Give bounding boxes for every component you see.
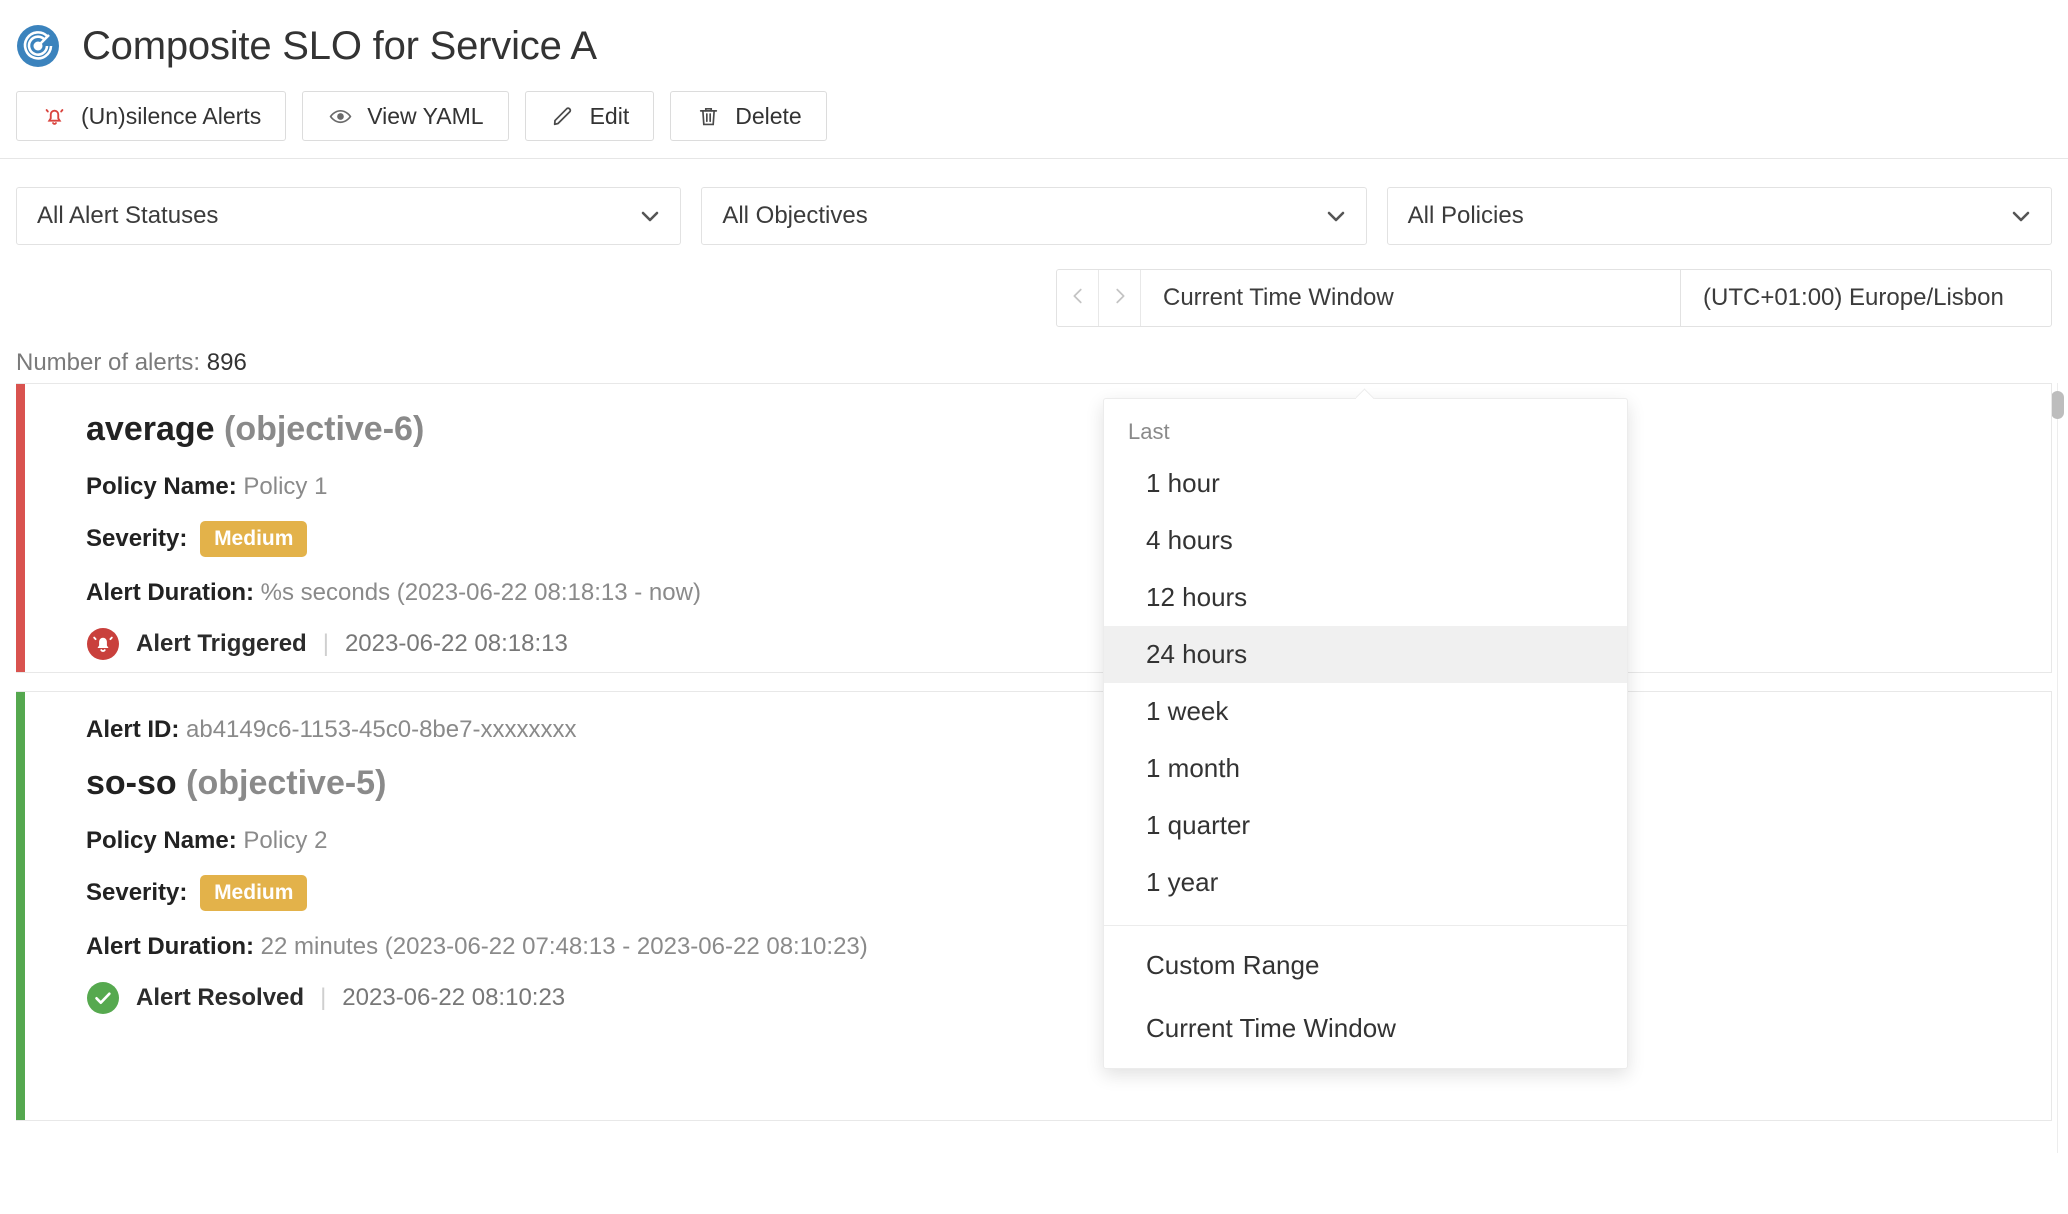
app-root: Composite SLO for Service A (Un)silence … [0, 0, 2068, 1214]
check-circle-icon [86, 981, 120, 1015]
dropdown-item-1-hour[interactable]: 1 hour [1104, 455, 1627, 512]
dropdown-item-1-month[interactable]: 1 month [1104, 740, 1627, 797]
scrollbar-thumb[interactable] [2051, 391, 2064, 419]
alert-card[interactable]: Alert ID: ab4149c6-1153-45c0-8be7-xxxxxx… [16, 691, 2052, 1121]
alert-policy-row: Policy Name: Policy 1 [86, 475, 2021, 499]
objectives-value: All Objectives [722, 202, 868, 229]
alert-status-bar [16, 384, 25, 672]
dropdown-item-1-week[interactable]: 1 week [1104, 683, 1627, 740]
chevron-left-icon [1067, 283, 1089, 314]
policy-name-label: Policy Name: [86, 827, 237, 854]
alert-duration-label: Alert Duration: [86, 579, 254, 606]
dropdown-pointer-icon [1356, 388, 1378, 399]
delete-label: Delete [735, 102, 802, 129]
pencil-icon [550, 103, 576, 129]
bell-slash-icon [41, 103, 67, 129]
alert-duration-value: %s seconds (2023-06-22 08:18:13 - now) [260, 579, 701, 606]
alert-objective: (objective-5) [186, 764, 387, 802]
alert-id-label: Alert ID: [86, 716, 180, 743]
unsilence-alerts-button[interactable]: (Un)silence Alerts [16, 91, 287, 141]
dropdown-item-4-hours[interactable]: 4 hours [1104, 512, 1627, 569]
time-window-prev-button[interactable] [1057, 270, 1099, 326]
view-yaml-label: View YAML [367, 102, 484, 129]
alerts-count: Number of alerts: 896 [0, 327, 2068, 383]
dropdown-item-1-year[interactable]: 1 year [1104, 854, 1627, 911]
alert-severity-row: Severity: Medium [86, 521, 2021, 557]
chevron-down-icon [1324, 204, 1348, 228]
action-toolbar: (Un)silence Alerts View YAML Edit Delete [0, 78, 2068, 150]
alert-duration-value: 22 minutes (2023-06-22 07:48:13 - 2023-0… [260, 933, 868, 960]
time-window-control: Current Time Window (UTC+01:00) Europe/L… [1056, 269, 2052, 327]
edit-button[interactable]: Edit [524, 91, 655, 141]
radar-target-icon [16, 24, 60, 68]
dropdown-group-label: Last [1128, 419, 1170, 444]
scrollbar-track[interactable] [2057, 383, 2058, 1153]
alert-status-line: Alert Triggered | 2023-06-22 08:18:13 [86, 627, 2021, 661]
edit-label: Edit [589, 102, 630, 129]
alert-status-line: Alert Resolved | 2023-06-22 08:10:23 [86, 981, 2021, 1015]
alert-bell-icon [86, 627, 120, 661]
eye-icon [327, 103, 353, 129]
alert-duration-row: Alert Duration: 22 minutes (2023-06-22 0… [86, 935, 2021, 959]
alert-status-text: Alert Resolved [136, 984, 305, 1011]
alert-policy-row: Policy Name: Policy 2 [86, 829, 2021, 853]
dropdown-divider [1104, 925, 1627, 926]
alert-status-time: 2023-06-22 08:18:13 [344, 630, 568, 657]
timezone-value[interactable]: (UTC+01:00) Europe/Lisbon [1681, 270, 2051, 326]
time-window-row: Current Time Window (UTC+01:00) Europe/L… [0, 245, 2068, 327]
time-window-value[interactable]: Current Time Window [1141, 270, 1681, 326]
status-separator: | [320, 984, 327, 1011]
alerts-count-value: 896 [206, 349, 247, 376]
alert-objective: (objective-6) [224, 410, 425, 448]
alert-title: so-so (objective-5) [86, 764, 2021, 803]
alert-status-bar [16, 692, 25, 1120]
unsilence-alerts-label: (Un)silence Alerts [81, 102, 262, 129]
severity-label: Severity: [86, 525, 188, 552]
dropdown-item-1-quarter[interactable]: 1 quarter [1104, 797, 1627, 854]
page-header: Composite SLO for Service A [0, 0, 2068, 78]
dropdown-item-12-hours[interactable]: 12 hours [1104, 569, 1627, 626]
alerts-count-label: Number of alerts: [16, 349, 201, 376]
policy-name-label: Policy Name: [86, 473, 237, 500]
severity-label: Severity: [86, 879, 188, 906]
trash-icon [695, 103, 721, 129]
alert-card[interactable]: average (objective-6) Policy Name: Polic… [16, 383, 2052, 673]
chevron-down-icon [638, 204, 662, 228]
chevron-down-icon [2009, 204, 2033, 228]
status-separator: | [322, 630, 329, 657]
alert-status-select[interactable]: All Alert Statuses [16, 187, 682, 245]
policy-name-value: Policy 1 [243, 473, 328, 500]
policies-value: All Policies [1407, 202, 1524, 229]
time-window-next-button[interactable] [1099, 270, 1141, 326]
alert-id-row: Alert ID: ab4149c6-1153-45c0-8be7-xxxxxx… [86, 718, 2021, 742]
alert-title: average (objective-6) [86, 410, 2021, 449]
alert-name: so-so [86, 764, 177, 802]
alert-status-time: 2023-06-22 08:10:23 [342, 984, 566, 1011]
dropdown-item-24-hours[interactable]: 24 hours [1104, 626, 1627, 683]
objectives-select[interactable]: All Objectives [701, 187, 1367, 245]
status-badge: Medium [200, 875, 308, 911]
alert-status-text: Alert Triggered [136, 630, 307, 657]
alert-duration-label: Alert Duration: [86, 933, 254, 960]
alert-severity-row: Severity: Medium [86, 875, 2021, 911]
dropdown-item-custom-range[interactable]: Custom Range [1104, 934, 1627, 997]
chevron-right-icon [1109, 283, 1131, 314]
dropdown-item-current-time-window[interactable]: Current Time Window [1104, 997, 1627, 1060]
policies-select[interactable]: All Policies [1386, 187, 2052, 245]
time-window-dropdown[interactable]: Last 1 hour 4 hours 12 hours 24 hours 1 … [1103, 398, 1628, 1069]
alerts-list[interactable]: average (objective-6) Policy Name: Polic… [0, 383, 2068, 1153]
status-badge: Medium [200, 521, 308, 557]
view-yaml-button[interactable]: View YAML [302, 91, 509, 141]
page-title: Composite SLO for Service A [82, 23, 597, 68]
alert-id-value: ab4149c6-1153-45c0-8be7-xxxxxxxx [186, 716, 577, 743]
delete-button[interactable]: Delete [670, 91, 827, 141]
filter-row: All Alert Statuses All Objectives All Po… [0, 159, 2068, 245]
alert-status-value: All Alert Statuses [37, 202, 219, 229]
alert-duration-row: Alert Duration: %s seconds (2023-06-22 0… [86, 581, 2021, 605]
alert-name: average [86, 410, 215, 448]
policy-name-value: Policy 2 [243, 827, 328, 854]
